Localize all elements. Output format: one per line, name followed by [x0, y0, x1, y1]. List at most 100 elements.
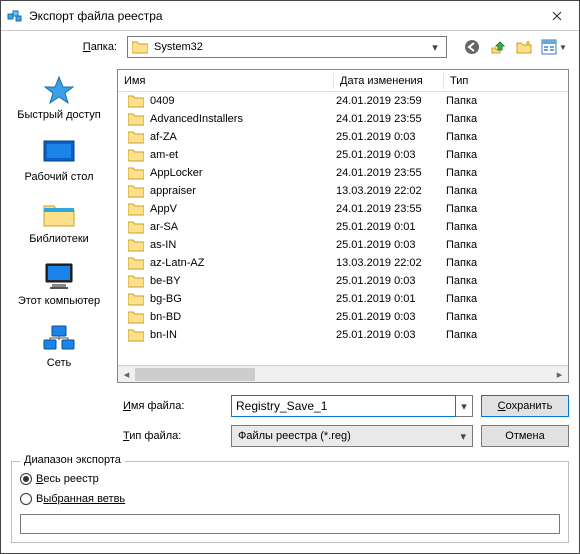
folder-label: Папка: — [11, 41, 121, 53]
export-range-group: Диапазон экспорта Весь реестр Выбранная … — [11, 461, 569, 543]
item-date: 24.01.2019 23:55 — [336, 167, 446, 179]
folder-name: System32 — [154, 41, 428, 53]
filetype-row: Тип файла: Файлы реестра (*.reg) ▾ Отмен… — [117, 421, 569, 451]
folder-icon — [128, 148, 144, 162]
network-icon — [40, 323, 78, 353]
filetype-select[interactable]: Файлы реестра (*.reg) ▾ — [231, 425, 473, 447]
file-list: Имя Дата изменения Тип 0409 24.01.2019 2… — [117, 69, 569, 383]
item-name: bn-BD — [150, 311, 336, 323]
folder-icon — [128, 328, 144, 342]
place-desktop[interactable]: Рабочий стол — [1, 133, 117, 193]
item-name: am-et — [150, 149, 336, 161]
file-rows: 0409 24.01.2019 23:59 Папка AdvancedInst… — [118, 92, 568, 365]
folder-icon — [132, 40, 148, 54]
list-item[interactable]: be-BY 25.01.2019 0:03 Папка — [118, 272, 568, 290]
radio-branch[interactable]: Выбранная ветвь — [20, 490, 560, 508]
item-date: 13.03.2019 22:02 — [336, 185, 446, 197]
scroll-track[interactable] — [135, 366, 551, 382]
folder-icon — [128, 94, 144, 108]
filename-dropdown[interactable]: ▾ — [456, 395, 473, 417]
item-name: as-IN — [150, 239, 336, 251]
item-name: AdvancedInstallers — [150, 113, 336, 125]
item-name: 0409 — [150, 95, 336, 107]
scroll-right-icon[interactable]: ▸ — [551, 366, 568, 383]
item-name: az-Latn-AZ — [150, 257, 336, 269]
toolbar: ▼ — [453, 36, 569, 58]
item-name: ar-SA — [150, 221, 336, 233]
horizontal-scrollbar[interactable]: ◂ ▸ — [118, 365, 568, 382]
folder-icon — [128, 310, 144, 324]
item-name: AppLocker — [150, 167, 336, 179]
back-icon — [464, 39, 480, 55]
branch-input[interactable] — [20, 514, 560, 534]
list-item[interactable]: af-ZA 25.01.2019 0:03 Папка — [118, 128, 568, 146]
scroll-thumb[interactable] — [135, 368, 255, 381]
filetype-value: Файлы реестра (*.reg) — [238, 430, 351, 442]
column-date[interactable]: Дата изменения — [334, 73, 444, 89]
item-date: 25.01.2019 0:03 — [336, 275, 446, 287]
back-button[interactable] — [461, 36, 483, 58]
folder-icon — [128, 112, 144, 126]
place-this-pc[interactable]: Этот компьютер — [1, 257, 117, 317]
folder-select[interactable]: System32 ▾ — [127, 36, 447, 58]
chevron-down-icon: ▾ — [461, 400, 467, 413]
new-folder-button[interactable] — [513, 36, 535, 58]
place-network[interactable]: Сеть — [1, 319, 117, 379]
new-folder-icon — [516, 39, 532, 55]
list-item[interactable]: bn-BD 25.01.2019 0:03 Папка — [118, 308, 568, 326]
save-button[interactable]: Сохранить — [481, 395, 569, 417]
column-type[interactable]: Тип — [444, 73, 504, 89]
libraries-icon — [40, 199, 78, 229]
list-item[interactable]: ar-SA 25.01.2019 0:01 Папка — [118, 218, 568, 236]
list-item[interactable]: appraiser 13.03.2019 22:02 Папка — [118, 182, 568, 200]
cancel-button[interactable]: Отмена — [481, 425, 569, 447]
item-date: 25.01.2019 0:03 — [336, 311, 446, 323]
item-date: 24.01.2019 23:55 — [336, 203, 446, 215]
item-date: 24.01.2019 23:59 — [336, 95, 446, 107]
folder-icon — [128, 130, 144, 144]
folder-icon — [128, 202, 144, 216]
right-pane: Имя Дата изменения Тип 0409 24.01.2019 2… — [117, 63, 579, 457]
close-button[interactable] — [537, 2, 577, 30]
item-type: Папка — [446, 95, 506, 107]
radio-all[interactable]: Весь реестр — [20, 470, 560, 488]
item-name: bn-IN — [150, 329, 336, 341]
list-item[interactable]: az-Latn-AZ 13.03.2019 22:02 Папка — [118, 254, 568, 272]
item-type: Папка — [446, 167, 506, 179]
view-button[interactable]: ▼ — [539, 36, 569, 58]
filename-label: Имя файла: — [117, 400, 223, 412]
folder-icon — [128, 220, 144, 234]
item-type: Папка — [446, 131, 506, 143]
path-row: Папка: System32 ▾ ▼ — [1, 31, 579, 63]
item-name: appraiser — [150, 185, 336, 197]
list-item[interactable]: AppV 24.01.2019 23:55 Папка — [118, 200, 568, 218]
column-name[interactable]: Имя — [118, 73, 334, 89]
item-date: 25.01.2019 0:01 — [336, 221, 446, 233]
radio-button-icon — [20, 473, 32, 485]
item-date: 25.01.2019 0:03 — [336, 131, 446, 143]
place-quick-access[interactable]: Быстрый доступ — [1, 71, 117, 131]
item-date: 25.01.2019 0:03 — [336, 149, 446, 161]
item-type: Папка — [446, 113, 506, 125]
list-item[interactable]: am-et 25.01.2019 0:03 Папка — [118, 146, 568, 164]
filename-input[interactable] — [231, 395, 456, 417]
list-item[interactable]: AdvancedInstallers 24.01.2019 23:55 Папк… — [118, 110, 568, 128]
list-item[interactable]: bg-BG 25.01.2019 0:01 Папка — [118, 290, 568, 308]
item-type: Папка — [446, 329, 506, 341]
list-item[interactable]: bn-IN 25.01.2019 0:03 Папка — [118, 326, 568, 344]
up-button[interactable] — [487, 36, 509, 58]
filename-row: Имя файла: ▾ Сохранить — [117, 391, 569, 421]
list-item[interactable]: AppLocker 24.01.2019 23:55 Папка — [118, 164, 568, 182]
place-libraries[interactable]: Библиотеки — [1, 195, 117, 255]
scroll-left-icon[interactable]: ◂ — [118, 366, 135, 383]
folder-icon — [128, 184, 144, 198]
list-item[interactable]: 0409 24.01.2019 23:59 Папка — [118, 92, 568, 110]
item-name: af-ZA — [150, 131, 336, 143]
folder-icon — [128, 292, 144, 306]
item-type: Папка — [446, 203, 506, 215]
item-name: AppV — [150, 203, 336, 215]
folder-icon — [128, 166, 144, 180]
list-item[interactable]: as-IN 25.01.2019 0:03 Папка — [118, 236, 568, 254]
item-name: be-BY — [150, 275, 336, 287]
folder-icon — [128, 238, 144, 252]
